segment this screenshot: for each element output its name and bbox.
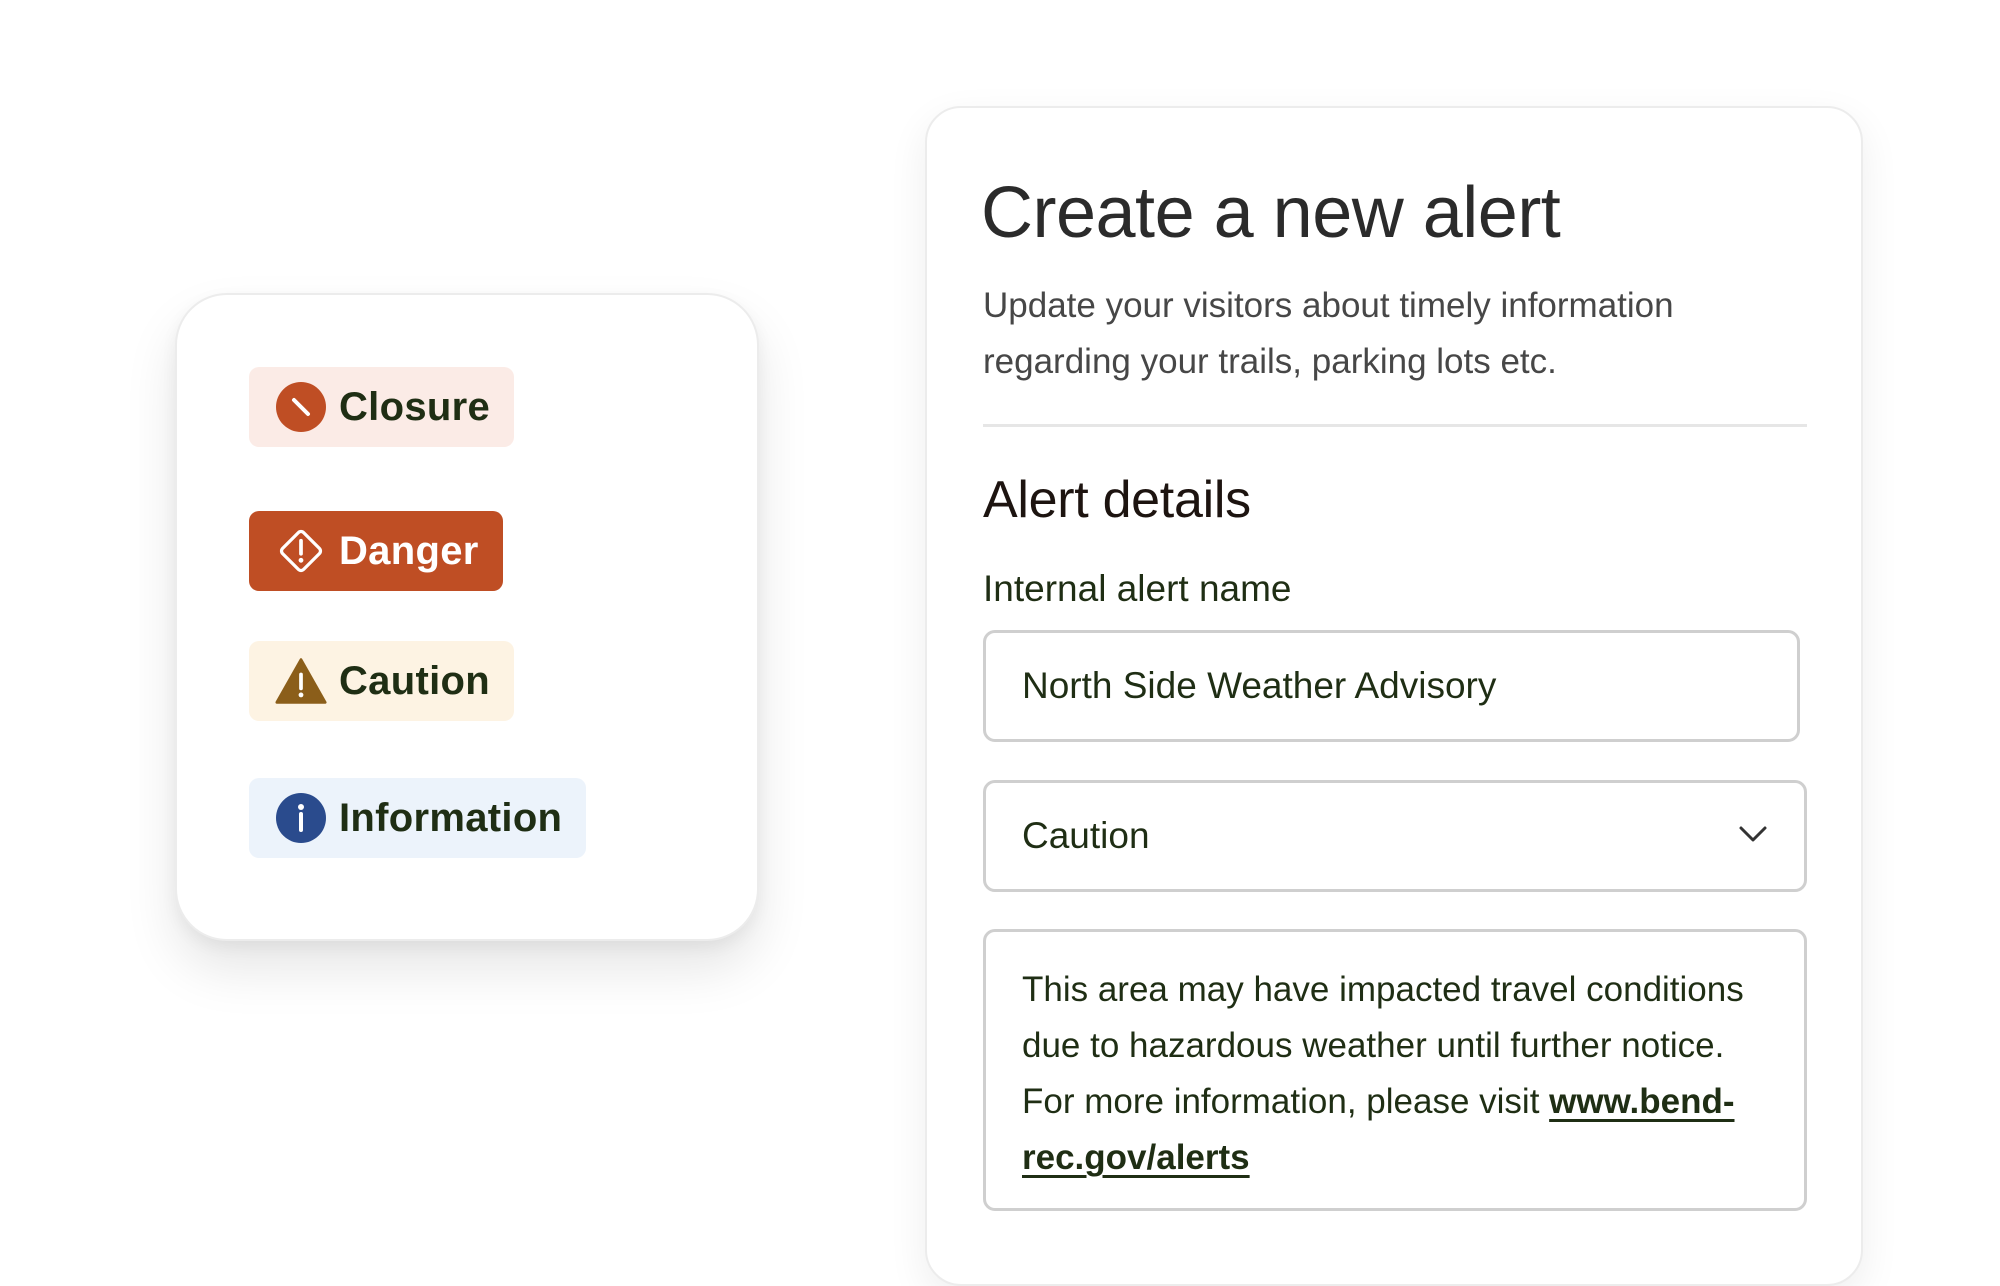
caution-badge-label: Caution: [339, 658, 490, 703]
chevron-down-icon: [1738, 825, 1768, 848]
create-alert-form-card: Create a new alert Update your visitors …: [925, 106, 1863, 1286]
warning-triangle-icon: [275, 655, 327, 707]
danger-diamond-icon: [275, 525, 327, 577]
information-badge: Information: [249, 778, 587, 858]
closure-badge: Closure: [249, 367, 515, 447]
form-subtitle: Update your visitors about timely inform…: [983, 286, 1674, 381]
alert-name-label: Internal alert name: [983, 568, 1292, 609]
alert-type-select[interactable]: Caution: [983, 780, 1807, 892]
form-title: Create a new alert: [981, 173, 1561, 253]
alert-type-legend-card: Closure Danger Caution Information: [175, 293, 759, 941]
caution-badge: Caution: [249, 641, 514, 721]
alert-message-textarea[interactable]: This area may have impacted travel condi…: [983, 929, 1807, 1211]
closure-icon: [275, 381, 327, 433]
info-icon: [275, 792, 327, 844]
form-divider: [983, 424, 1807, 427]
closure-badge-label: Closure: [339, 384, 491, 429]
alert-details-heading: Alert details: [983, 471, 1251, 529]
alert-name-input[interactable]: [983, 630, 1800, 742]
alert-type-select-value: Caution: [1022, 815, 1150, 856]
information-badge-label: Information: [339, 795, 563, 840]
danger-badge: Danger: [249, 511, 503, 591]
danger-badge-label: Danger: [339, 528, 479, 573]
